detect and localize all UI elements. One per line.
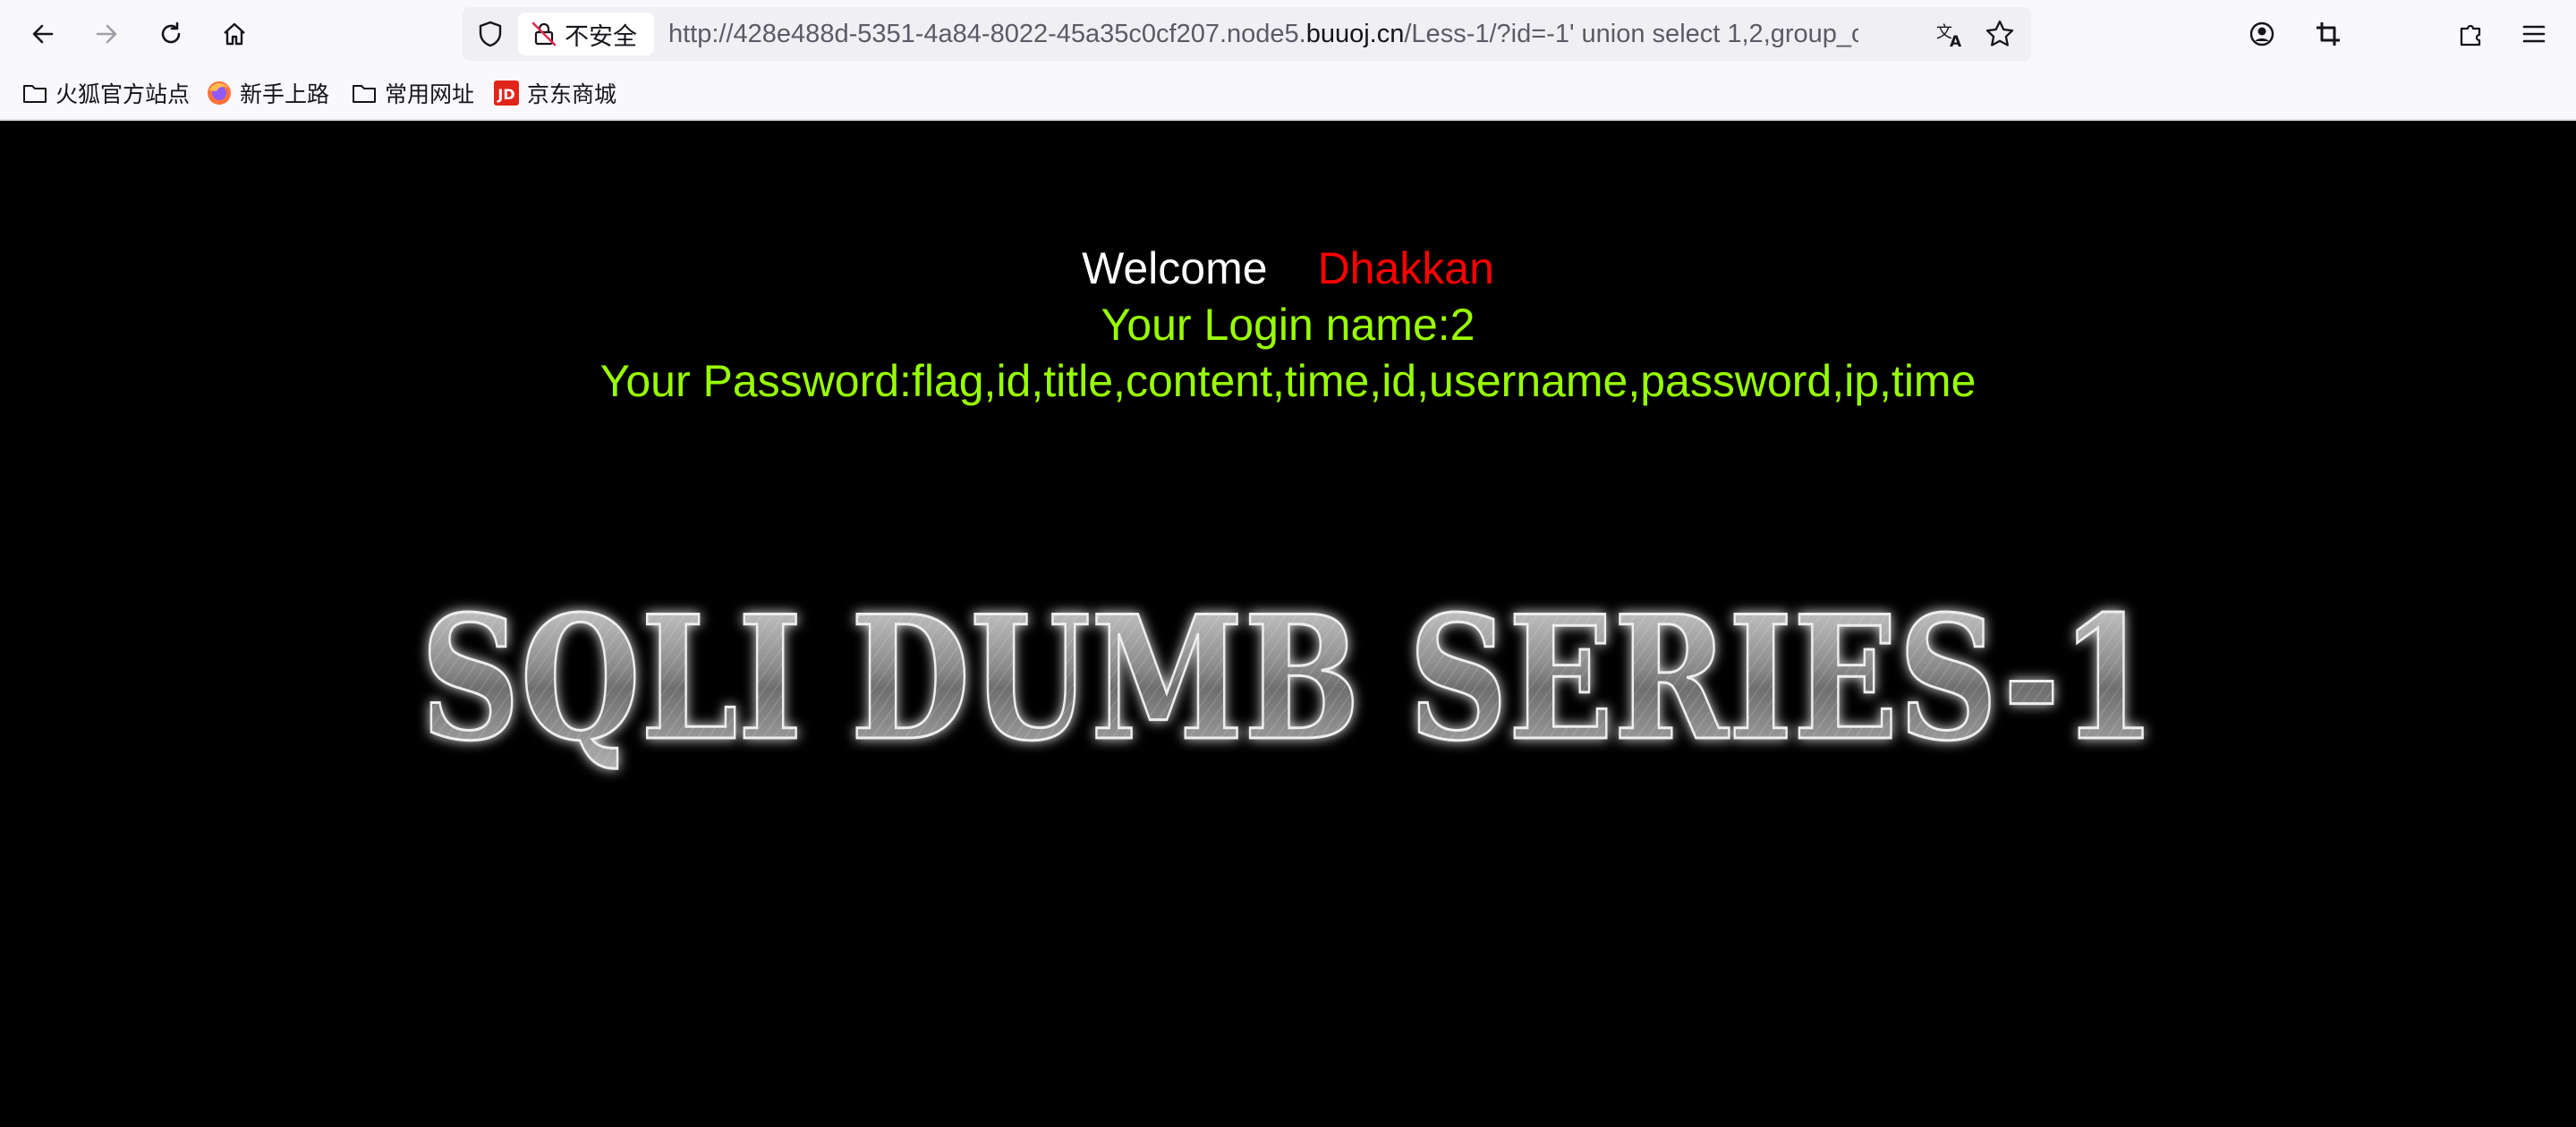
- bookmark-item[interactable]: 新手上路: [206, 76, 329, 110]
- translate-icon[interactable]: 文 A: [1934, 18, 1967, 50]
- welcome-text: Welcome: [1082, 243, 1268, 293]
- bookmark-item[interactable]: 火狐官方站点: [21, 76, 190, 110]
- banner-texture: SQLI DUMB SERIES-1: [421, 579, 2156, 778]
- url-text[interactable]: http://428e488d-5351-4a84-8022-45a35c0cf…: [668, 7, 1858, 61]
- hamburger-menu-icon[interactable]: [2512, 13, 2555, 55]
- bookmarks-toolbar: 火狐官方站点 新手上路 常用网址 JD 京东商城: [0, 67, 2576, 121]
- user-name: Dhakkan: [1317, 243, 1494, 293]
- bookmark-label: 火狐官方站点: [55, 81, 191, 107]
- login-name-output: Your Login name:2: [1101, 300, 1475, 350]
- page-content: Welcome Dhakkan Your Login name:2 Your Pa…: [0, 121, 2576, 1127]
- forward-arrow-icon[interactable]: [85, 13, 128, 55]
- url-prefix: http://428e488d-5351-4a84-8022-45a35c0cf…: [668, 20, 1306, 48]
- jd-icon: JD: [493, 80, 520, 106]
- sqli-dumb-series-banner: SQLI DUMB SERIES-1 SQLI DUMB SERIES-1: [420, 578, 2158, 780]
- bookmark-label: 常用网址: [385, 81, 475, 107]
- site-security-button[interactable]: 不安全: [518, 13, 654, 55]
- bookmark-label: 京东商城: [527, 81, 617, 107]
- welcome-line: Welcome Dhakkan: [0, 240, 2576, 297]
- password-output: Your Password:flag,id,title,content,time…: [599, 356, 1977, 406]
- bookmark-item[interactable]: 常用网址: [351, 76, 474, 110]
- home-icon[interactable]: [213, 13, 256, 55]
- firefox-icon: [206, 80, 233, 106]
- insecure-lock-icon: [531, 21, 557, 47]
- svg-text:A: A: [1950, 33, 1962, 50]
- tracking-shield-icon[interactable]: [475, 19, 506, 49]
- url-suffix: /Less-1/?id=-1' union select 1,2,group_c…: [1404, 20, 1858, 48]
- reload-icon[interactable]: [149, 13, 192, 55]
- bookmark-star-icon[interactable]: [1984, 18, 2016, 50]
- account-icon[interactable]: [2240, 13, 2283, 55]
- folder-icon: [351, 80, 378, 106]
- extensions-icon[interactable]: [2449, 13, 2492, 55]
- bookmark-item[interactable]: JD 京东商城: [493, 76, 616, 110]
- browser-toolbar: 不安全 http://428e488d-5351-4a84-8022-45a35…: [0, 0, 2576, 67]
- insecure-label: 不安全: [565, 22, 637, 51]
- url-domain: buuoj.cn: [1305, 20, 1405, 48]
- crop-icon[interactable]: [2307, 13, 2350, 55]
- folder-icon: [21, 80, 48, 106]
- back-arrow-icon[interactable]: [21, 13, 64, 55]
- bookmark-label: 新手上路: [240, 81, 330, 107]
- svg-text:JD: JD: [497, 86, 514, 103]
- url-bar[interactable]: 不安全 http://428e488d-5351-4a84-8022-45a35…: [463, 7, 2031, 61]
